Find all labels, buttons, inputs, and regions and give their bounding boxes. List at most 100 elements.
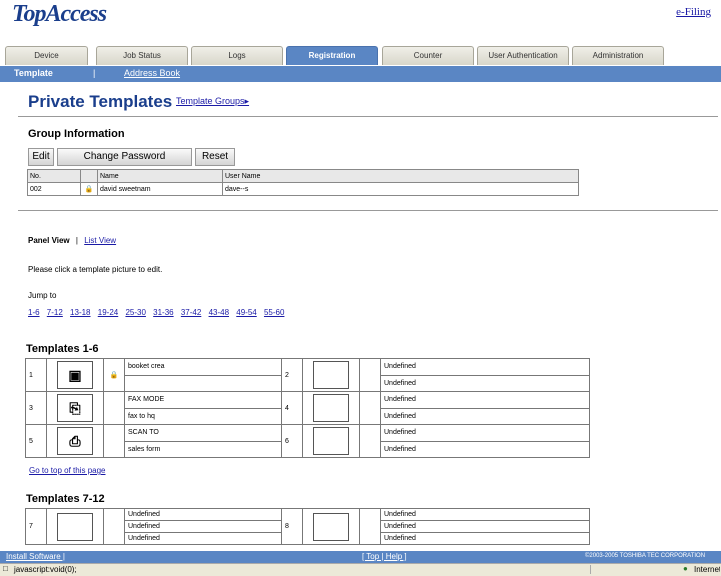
template-number: 5	[25, 424, 47, 458]
template-number: 1	[25, 358, 47, 392]
template-3-picture[interactable]: ⎘	[46, 391, 104, 425]
view-switcher: Panel View | List View	[28, 236, 116, 245]
tab-administration[interactable]: Administration	[572, 46, 664, 65]
template-number: 8	[281, 508, 303, 545]
lock-cell	[359, 424, 381, 458]
empty-template-icon	[313, 394, 349, 422]
lock-cell	[359, 508, 381, 545]
template-6-picture[interactable]	[302, 424, 360, 458]
group-name: david sweetnam	[97, 182, 223, 196]
template-name: Undefined	[380, 391, 590, 409]
template-4-picture[interactable]	[302, 391, 360, 425]
template-description: Undefined	[380, 407, 590, 425]
internet-zone-icon: ●	[683, 564, 688, 573]
panel-view-label: Panel View	[28, 236, 70, 245]
column-header-name: Name	[97, 169, 223, 183]
template-1-picture[interactable]: ▣	[46, 358, 104, 392]
template-name: booket crea	[124, 358, 282, 376]
templates-1-6-table: 1 ▣ 🔒 booket crea 2 Undefined Undefined …	[25, 358, 590, 458]
list-view-link[interactable]: List View	[84, 236, 116, 245]
jump-to-label: Jump to	[28, 291, 57, 300]
group-information-heading: Group Information	[28, 128, 125, 140]
lock-cell	[103, 508, 125, 545]
page-title: Private Templates	[28, 92, 173, 111]
tab-registration[interactable]: Registration	[286, 46, 378, 65]
status-zone: Internet	[694, 565, 720, 574]
tab-job-status[interactable]: Job Status	[96, 46, 188, 65]
template-description: sales form	[124, 440, 282, 458]
template-description: Undefined	[380, 374, 590, 392]
tab-counter[interactable]: Counter	[382, 46, 474, 65]
template-name: SCAN TO	[124, 424, 282, 442]
lock-cell	[103, 391, 125, 425]
topaccess-logo: TopAccess	[12, 1, 107, 27]
template-row: 1 ▣ 🔒 booket crea 2 Undefined	[25, 358, 590, 392]
template-number: 2	[281, 358, 303, 392]
jump-link-55-60[interactable]: 55-60	[264, 308, 284, 317]
subnav-address-book[interactable]: Address Book	[124, 68, 180, 78]
go-to-top-link[interactable]: Go to top of this page	[29, 466, 106, 475]
jump-link-1-6[interactable]: 1-6	[28, 308, 40, 317]
template-name: FAX MODE	[124, 391, 282, 409]
template-description: Undefined	[380, 532, 590, 545]
template-number: 3	[25, 391, 47, 425]
scan-template-icon: ⎙	[57, 427, 93, 455]
template-description: Undefined	[124, 520, 282, 533]
column-header-lock	[80, 169, 98, 183]
template-row: 5 ⎙ SCAN TO 6 Undefined	[25, 424, 590, 458]
change-password-button[interactable]: Change Password	[57, 148, 192, 166]
template-name: Undefined	[380, 508, 590, 521]
template-5-picture[interactable]: ⎙	[46, 424, 104, 458]
table-row[interactable]: 002 🔒 david sweetnam dave--s	[27, 182, 579, 196]
header: TopAccess e-Filing	[0, 0, 721, 30]
jump-link-31-36[interactable]: 31-36	[153, 308, 173, 317]
empty-template-icon	[313, 361, 349, 389]
jump-link-19-24[interactable]: 19-24	[98, 308, 118, 317]
top-help-links[interactable]: [ Top | Help ]	[362, 552, 407, 561]
templates-7-12-table: 7 Undefined 8 Undefined Undefined Undefi…	[25, 508, 590, 545]
jump-link-13-18[interactable]: 13-18	[70, 308, 90, 317]
template-2-picture[interactable]	[302, 358, 360, 392]
subnav-template[interactable]: Template	[14, 68, 53, 78]
divider	[18, 116, 718, 117]
subnav-separator: |	[93, 68, 96, 78]
group-user-name: dave--s	[222, 182, 579, 196]
templates-7-12-heading: Templates 7-12	[26, 493, 105, 505]
lock-icon: 🔒	[103, 358, 125, 392]
template-groups-link[interactable]: Template Groups▸	[176, 96, 249, 107]
table-header-row: No. Name User Name	[27, 169, 579, 183]
template-number: 4	[281, 391, 303, 425]
footer-bar: Install Software | [ Top | Help ] ©2003-…	[0, 551, 721, 563]
empty-template-icon	[57, 512, 93, 541]
empty-template-icon	[313, 512, 349, 541]
efiling-link[interactable]: e-Filing	[676, 6, 711, 18]
template-description: Undefined	[380, 440, 590, 458]
lock-cell	[359, 358, 381, 392]
reset-button[interactable]: Reset	[195, 148, 235, 166]
jump-link-37-42[interactable]: 37-42	[181, 308, 201, 317]
group-no: 002	[27, 182, 81, 196]
lock-cell	[359, 391, 381, 425]
empty-template-icon	[313, 427, 349, 455]
column-header-user-name: User Name	[222, 169, 579, 183]
jump-link-49-54[interactable]: 49-54	[236, 308, 256, 317]
tab-logs[interactable]: Logs	[191, 46, 283, 65]
template-description: Undefined	[124, 532, 282, 545]
tab-device[interactable]: Device	[5, 46, 88, 65]
jump-link-43-48[interactable]: 43-48	[209, 308, 229, 317]
group-info-table: No. Name User Name 002 🔒 david sweetnam …	[27, 169, 579, 196]
install-software-link[interactable]: Install Software |	[6, 552, 65, 561]
edit-button[interactable]: Edit	[28, 148, 54, 166]
fax-template-icon: ⎘	[57, 394, 93, 422]
jump-link-7-12[interactable]: 7-12	[47, 308, 63, 317]
status-page-icon: □	[3, 564, 8, 573]
lock-cell	[103, 424, 125, 458]
template-number: 6	[281, 424, 303, 458]
template-7-picture[interactable]	[46, 508, 104, 545]
template-name: Undefined	[380, 358, 590, 376]
template-8-picture[interactable]	[302, 508, 360, 545]
status-panes	[590, 565, 676, 574]
template-name: Undefined	[380, 424, 590, 442]
jump-link-25-30[interactable]: 25-30	[125, 308, 145, 317]
tab-user-authentication[interactable]: User Authentication	[477, 46, 569, 65]
